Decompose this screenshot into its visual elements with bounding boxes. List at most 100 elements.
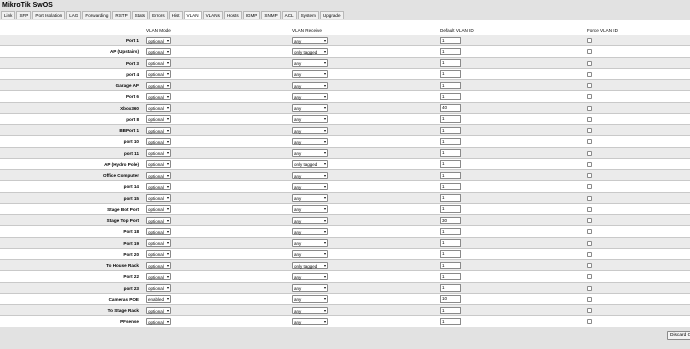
vlan-receive-select[interactable]: any ▾: [292, 284, 328, 292]
tab-hist[interactable]: Hist: [168, 11, 183, 19]
tab-rstp[interactable]: RSTP: [112, 11, 131, 19]
tab-upgrade[interactable]: Upgrade: [319, 11, 344, 19]
force-vlan-id-checkbox[interactable]: [587, 94, 592, 100]
force-vlan-id-checkbox[interactable]: [587, 128, 592, 133]
default-vlan-id-input[interactable]: 1: [440, 149, 461, 157]
tab-port-isolation[interactable]: Port Isolation: [32, 11, 66, 19]
vlan-mode-select[interactable]: optional ▾: [146, 137, 171, 146]
default-vlan-id-input[interactable]: 1: [440, 81, 461, 89]
default-vlan-id-input[interactable]: 10: [440, 295, 461, 303]
force-vlan-id-checkbox[interactable]: [587, 184, 592, 190]
tab-lag[interactable]: LAG: [66, 11, 82, 19]
vlan-mode-select[interactable]: optional ▾: [146, 182, 171, 191]
tab-errors[interactable]: Errors: [149, 11, 168, 19]
vlan-mode-select[interactable]: optional ▾: [146, 149, 171, 157]
default-vlan-id-input[interactable]: 1: [440, 70, 461, 78]
tab-snmp[interactable]: SNMP: [261, 11, 281, 19]
default-vlan-id-input[interactable]: 1: [440, 92, 461, 101]
tab-stats[interactable]: Stats: [131, 11, 149, 19]
default-vlan-id-input[interactable]: 1: [440, 182, 461, 191]
vlan-mode-select[interactable]: optional ▾: [146, 81, 171, 89]
vlan-receive-select[interactable]: any ▾: [292, 126, 328, 134]
vlan-receive-select[interactable]: any ▾: [292, 104, 328, 112]
default-vlan-id-input[interactable]: 1: [440, 126, 461, 134]
default-vlan-id-input[interactable]: 1: [440, 239, 461, 247]
tab-link[interactable]: Link: [1, 11, 16, 19]
vlan-mode-select[interactable]: optional ▾: [146, 306, 171, 314]
vlan-receive-select[interactable]: any ▾: [292, 239, 328, 247]
vlan-mode-select[interactable]: optional ▾: [146, 284, 171, 292]
discard-changes-button[interactable]: Discard Changes: [667, 331, 690, 340]
default-vlan-id-input[interactable]: 1: [440, 250, 461, 258]
tab-sfp[interactable]: SFP: [16, 11, 32, 19]
force-vlan-id-checkbox[interactable]: [587, 319, 592, 325]
force-vlan-id-checkbox[interactable]: [587, 150, 592, 156]
force-vlan-id-checkbox[interactable]: [587, 206, 592, 212]
force-vlan-id-checkbox[interactable]: [587, 285, 592, 291]
vlan-mode-select[interactable]: optional ▾: [146, 160, 171, 168]
force-vlan-id-checkbox[interactable]: [587, 60, 592, 66]
vlan-mode-select[interactable]: optional ▾: [146, 104, 171, 112]
force-vlan-id-checkbox[interactable]: [587, 83, 592, 88]
vlan-receive-select[interactable]: any ▾: [292, 295, 328, 303]
force-vlan-id-checkbox[interactable]: [587, 71, 592, 77]
force-vlan-id-checkbox[interactable]: [587, 195, 592, 201]
default-vlan-id-input[interactable]: 1: [440, 36, 461, 44]
force-vlan-id-checkbox[interactable]: [587, 229, 592, 235]
default-vlan-id-input[interactable]: 1: [440, 171, 461, 179]
vlan-receive-select[interactable]: any ▾: [292, 216, 328, 224]
tab-acl[interactable]: ACL: [281, 11, 297, 19]
force-vlan-id-checkbox[interactable]: [587, 296, 592, 302]
force-vlan-id-checkbox[interactable]: [587, 263, 592, 268]
force-vlan-id-checkbox[interactable]: [587, 274, 592, 280]
tab-vlan[interactable]: VLAN: [183, 11, 202, 19]
vlan-receive-select[interactable]: any ▾: [292, 137, 328, 146]
force-vlan-id-checkbox[interactable]: [587, 38, 592, 43]
force-vlan-id-checkbox[interactable]: [587, 308, 592, 313]
vlan-receive-select[interactable]: any ▾: [292, 171, 328, 179]
default-vlan-id-input[interactable]: 1: [440, 160, 461, 168]
vlan-mode-select[interactable]: optional ▾: [146, 36, 171, 44]
tab-hosts[interactable]: Hosts: [223, 11, 242, 19]
default-vlan-id-input[interactable]: 1: [440, 59, 461, 67]
vlan-receive-select[interactable]: only tagged ▾: [292, 47, 328, 56]
default-vlan-id-input[interactable]: 40: [440, 104, 461, 112]
default-vlan-id-input[interactable]: 1: [440, 137, 461, 146]
vlan-receive-select[interactable]: any ▾: [292, 115, 328, 123]
force-vlan-id-checkbox[interactable]: [587, 49, 592, 55]
vlan-mode-select[interactable]: optional ▾: [146, 227, 171, 236]
vlan-receive-select[interactable]: any ▾: [292, 81, 328, 89]
vlan-mode-select[interactable]: optional ▾: [146, 47, 171, 56]
vlan-mode-select[interactable]: enabled ▾: [146, 295, 171, 303]
default-vlan-id-input[interactable]: 1: [440, 261, 461, 269]
vlan-receive-select[interactable]: any ▾: [292, 205, 328, 213]
default-vlan-id-input[interactable]: 1: [440, 284, 461, 292]
tab-forwarding[interactable]: Forwarding: [82, 11, 112, 19]
vlan-mode-select[interactable]: optional ▾: [146, 250, 171, 258]
vlan-receive-select[interactable]: any ▾: [292, 149, 328, 157]
vlan-mode-select[interactable]: optional ▾: [146, 59, 171, 67]
vlan-receive-select[interactable]: any ▾: [292, 182, 328, 191]
vlan-mode-select[interactable]: optional ▾: [146, 92, 171, 101]
vlan-mode-select[interactable]: optional ▾: [146, 216, 171, 224]
force-vlan-id-checkbox[interactable]: [587, 240, 592, 246]
force-vlan-id-checkbox[interactable]: [587, 116, 592, 122]
vlan-mode-select[interactable]: optional ▾: [146, 194, 171, 202]
default-vlan-id-input[interactable]: 1: [440, 306, 461, 314]
force-vlan-id-checkbox[interactable]: [587, 218, 592, 223]
tab-system[interactable]: System: [297, 11, 319, 19]
default-vlan-id-input[interactable]: 1: [440, 317, 461, 326]
default-vlan-id-input[interactable]: 30: [440, 216, 461, 224]
vlan-receive-select[interactable]: any ▾: [292, 317, 328, 326]
vlan-receive-select[interactable]: any ▾: [292, 306, 328, 314]
vlan-mode-select[interactable]: optional ▾: [146, 205, 171, 213]
default-vlan-id-input[interactable]: 1: [440, 115, 461, 123]
tab-vlans[interactable]: VLANs: [202, 11, 223, 19]
force-vlan-id-checkbox[interactable]: [587, 251, 592, 257]
default-vlan-id-input[interactable]: 1: [440, 205, 461, 213]
vlan-mode-select[interactable]: optional ▾: [146, 115, 171, 123]
vlan-receive-select[interactable]: any ▾: [292, 194, 328, 202]
vlan-receive-select[interactable]: only tagged ▾: [292, 261, 328, 269]
vlan-receive-select[interactable]: any ▾: [292, 227, 328, 236]
default-vlan-id-input[interactable]: 1: [440, 227, 461, 236]
